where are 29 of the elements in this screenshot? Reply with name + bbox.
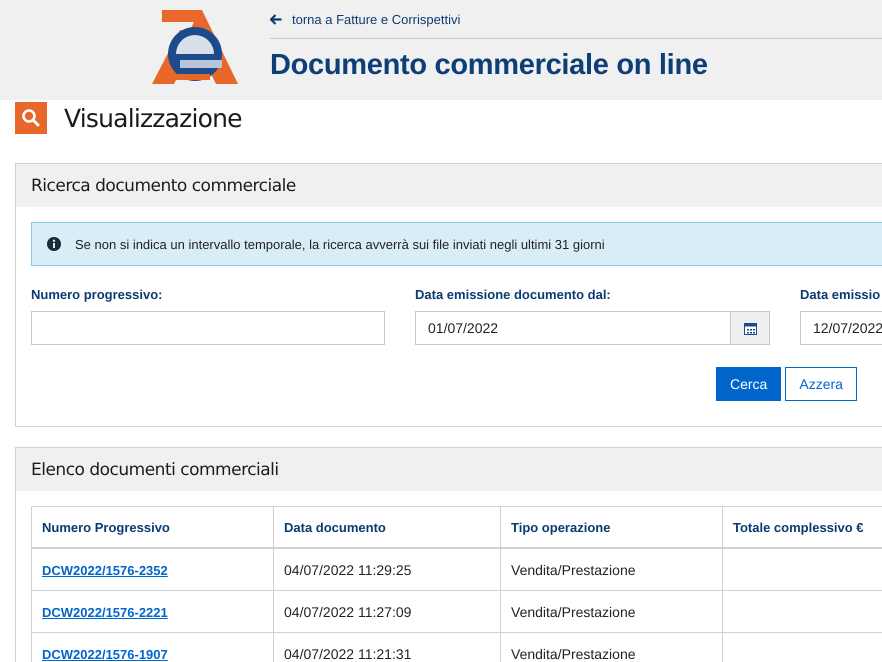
search-icon: [15, 102, 47, 134]
table-cell: Vendita/Prestazione: [500, 548, 722, 590]
search-button[interactable]: Cerca: [716, 367, 782, 401]
column-header: Numero Progressivo: [32, 506, 274, 548]
date-field[interactable]: 01/07/2022: [415, 311, 731, 345]
column-header: Totale complessivo €: [722, 506, 882, 548]
text-field[interactable]: [31, 311, 385, 345]
calendar-icon: [744, 322, 756, 334]
reset-button[interactable]: Azzera: [785, 367, 857, 401]
column-header: Data documento: [274, 506, 500, 548]
field-label: Data emissio: [800, 287, 882, 302]
table-cell: 04/07/2022 11:29:25: [274, 548, 500, 590]
arrow-left-icon: [270, 14, 282, 24]
panel-title: Elenco documenti commerciali: [31, 460, 279, 480]
column-header: Tipo operazione: [500, 506, 722, 548]
field-label: Numero progressivo:: [31, 287, 164, 302]
document-link[interactable]: DCW2022/1576-2352: [42, 562, 168, 578]
back-link[interactable]: torna a Fatture e Corrispettivi: [270, 12, 460, 26]
table-cell: 04/07/2022 11:27:09: [274, 590, 500, 632]
field-label: Data emissione documento dal:: [415, 287, 612, 302]
date-field[interactable]: 12/07/2022: [800, 311, 882, 345]
app-title: Documento commerciale on line: [270, 49, 709, 82]
info-icon: [47, 237, 61, 251]
info-text: Se non si indica un intervallo temporale, la ricerca avverrà sui file inviati negli ultimi 31 giorni: [75, 236, 605, 252]
document-link[interactable]: DCW2022/1576-2221: [42, 604, 168, 620]
table-cell: Vendita/Prestazione: [500, 590, 722, 632]
page-title: Visualizzazione: [64, 104, 242, 132]
panel-title: Ricerca documento commerciale: [31, 176, 296, 196]
calendar-button[interactable]: [731, 311, 770, 345]
